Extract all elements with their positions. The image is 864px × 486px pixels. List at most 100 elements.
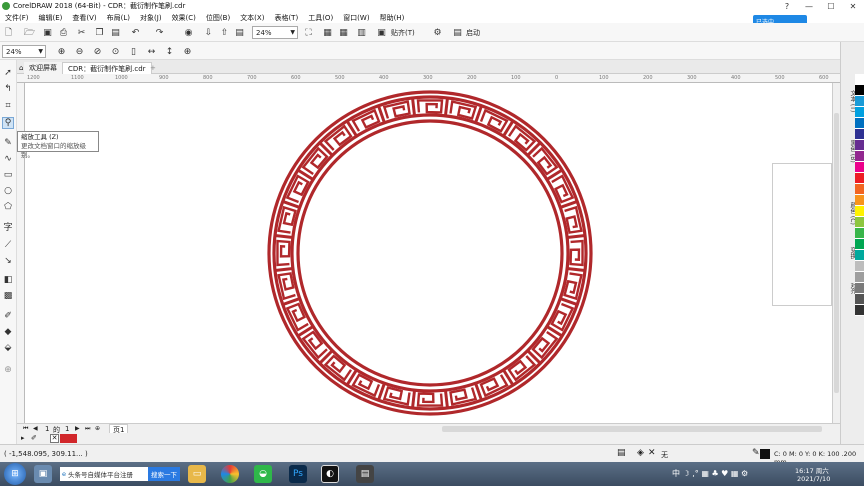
browser-search-input[interactable]: e 头条号自媒体平台注册 bbox=[60, 467, 148, 481]
photoshop-icon[interactable]: Ps bbox=[289, 465, 307, 483]
zoom-tool-icon[interactable]: ⚲ bbox=[2, 117, 14, 129]
palette-swatch[interactable] bbox=[855, 118, 864, 129]
add-tool-icon[interactable]: ⊕ bbox=[2, 364, 14, 376]
rectangle-tool-icon[interactable]: ▭ bbox=[2, 169, 14, 181]
document-info-icon[interactable]: ▤ bbox=[617, 448, 626, 458]
add-page-icon[interactable]: ⊕ bbox=[95, 425, 100, 432]
outline-color-swatch[interactable] bbox=[760, 449, 770, 459]
palette-swatch[interactable] bbox=[855, 305, 864, 316]
palette-swatch[interactable] bbox=[855, 195, 864, 206]
freehand-tool-icon[interactable]: ✎ bbox=[2, 137, 14, 149]
menu-edit[interactable]: 编辑(E) bbox=[34, 13, 68, 23]
paste-icon[interactable]: ▤ bbox=[110, 27, 121, 38]
fret-ring-artwork[interactable] bbox=[25, 83, 840, 423]
tab-document[interactable]: CDR：截衍制作笔刷.cdr bbox=[62, 62, 152, 74]
palette-swatch[interactable] bbox=[855, 173, 864, 184]
connector-tool-icon[interactable]: ↘ bbox=[2, 255, 14, 267]
palette-swatch[interactable] bbox=[855, 294, 864, 305]
text-tool-icon[interactable]: 字 bbox=[2, 220, 14, 233]
menu-file[interactable]: 文件(F) bbox=[0, 13, 34, 23]
crop-tool-icon[interactable]: ⌗ bbox=[2, 100, 14, 112]
zoom-page-icon[interactable]: ▯ bbox=[128, 46, 139, 57]
palette-swatch[interactable] bbox=[855, 283, 864, 294]
palette-swatch[interactable] bbox=[855, 151, 864, 162]
no-fill-icon[interactable]: ✕ bbox=[648, 448, 656, 458]
export-icon[interactable]: ⇧ bbox=[219, 27, 230, 38]
no-color-swatch[interactable]: ✕ bbox=[50, 434, 59, 443]
maximize-button[interactable]: ☐ bbox=[820, 0, 842, 12]
interactive-fill-icon[interactable]: ◆ bbox=[2, 326, 14, 338]
menu-help[interactable]: 帮助(H) bbox=[375, 13, 410, 23]
file-explorer-icon[interactable]: ▣ bbox=[34, 465, 52, 483]
coreldraw-taskbar-icon[interactable]: ◐ bbox=[321, 465, 339, 483]
app-launcher-icon[interactable]: ▤ bbox=[452, 27, 463, 38]
menu-text[interactable]: 文本(X) bbox=[235, 13, 269, 23]
app-launcher-label[interactable]: 启动 bbox=[466, 28, 480, 38]
palette-swatch[interactable] bbox=[855, 85, 864, 96]
parallel-dimension-icon[interactable]: ⟋ bbox=[2, 239, 14, 251]
horizontal-scroll-thumb[interactable] bbox=[442, 426, 822, 432]
palette-swatch[interactable] bbox=[855, 140, 864, 151]
redo-icon[interactable]: ↷ bbox=[154, 27, 165, 38]
menu-layout[interactable]: 布局(L) bbox=[102, 13, 135, 23]
palette-swatch[interactable] bbox=[855, 162, 864, 173]
show-rulers-icon[interactable]: ▦ bbox=[322, 27, 333, 38]
full-screen-icon[interactable]: ⛶ bbox=[303, 27, 314, 38]
palette-swatch[interactable] bbox=[855, 96, 864, 107]
palette-swatch[interactable] bbox=[855, 184, 864, 195]
palette-menu-icon[interactable]: ▸ bbox=[21, 434, 25, 442]
drop-shadow-icon[interactable]: ◧ bbox=[2, 274, 14, 286]
zoom-selected-icon[interactable]: ⊘ bbox=[92, 46, 103, 57]
snap-icon[interactable]: ▣ bbox=[376, 27, 387, 38]
palette-swatch[interactable] bbox=[855, 217, 864, 228]
menu-tools[interactable]: 工具(O) bbox=[303, 13, 338, 23]
vertical-scrollbar[interactable] bbox=[832, 83, 840, 423]
eyedropper-icon[interactable]: ✐ bbox=[2, 310, 14, 322]
palette-swatch[interactable] bbox=[855, 206, 864, 217]
help-icon[interactable]: ? bbox=[776, 0, 798, 12]
zoom-out-icon[interactable]: ⊖ bbox=[74, 46, 85, 57]
palette-swatch[interactable] bbox=[855, 272, 864, 283]
horizontal-ruler[interactable]: 1200 1100 1000 900 800 700 600 500 400 3… bbox=[17, 74, 840, 83]
search-button[interactable]: 搜索一下 bbox=[148, 467, 180, 481]
zoom-in-icon[interactable]: ⊕ bbox=[56, 46, 67, 57]
close-button[interactable]: ✕ bbox=[842, 0, 864, 12]
menu-bitmaps[interactable]: 位图(B) bbox=[201, 13, 235, 23]
outline-pen-icon[interactable]: ✎ bbox=[752, 448, 760, 458]
menu-view[interactable]: 查看(V) bbox=[67, 13, 101, 23]
artistic-media-icon[interactable]: ∿ bbox=[2, 153, 14, 165]
tab-welcome-screen[interactable]: 欢迎屏幕 bbox=[24, 62, 62, 74]
snap-to-dropdown[interactable]: 贴齐(T) bbox=[391, 28, 415, 38]
palette-swatch[interactable] bbox=[855, 74, 864, 85]
app-taskbar-icon[interactable]: ▤ bbox=[356, 465, 374, 483]
zoom-all-objects-icon[interactable]: ⊙ bbox=[110, 46, 121, 57]
save-icon[interactable]: ▣ bbox=[42, 27, 53, 38]
quick-customize-icon[interactable]: ⊕ bbox=[182, 46, 193, 57]
open-icon[interactable]: 🗁 bbox=[24, 27, 35, 38]
show-grid-icon[interactable]: ▦ bbox=[338, 27, 349, 38]
wechat-icon[interactable]: ◒ bbox=[254, 465, 272, 483]
zoom-page-height-icon[interactable]: ↕ bbox=[164, 46, 175, 57]
tray-icons[interactable]: 中 ☽ ,° ▦ ♣ ♥ ▦ ⚙ bbox=[672, 468, 748, 479]
browser-icon[interactable] bbox=[221, 465, 239, 483]
print-icon[interactable]: ⎙ bbox=[58, 27, 69, 38]
start-button[interactable]: ⊞ bbox=[4, 463, 26, 485]
new-document-icon[interactable]: 🗋 bbox=[3, 27, 14, 38]
menu-object[interactable]: 对象(J) bbox=[135, 13, 167, 23]
polygon-tool-icon[interactable]: ⬠ bbox=[2, 201, 14, 213]
palette-swatch[interactable] bbox=[855, 228, 864, 239]
cut-icon[interactable]: ✂ bbox=[76, 27, 87, 38]
document-color-swatch[interactable] bbox=[60, 434, 77, 443]
zoom-page-width-icon[interactable]: ↔ bbox=[146, 46, 157, 57]
transparency-icon[interactable]: ▩ bbox=[2, 290, 14, 302]
copy-icon[interactable]: ❐ bbox=[94, 27, 105, 38]
palette-swatch[interactable] bbox=[855, 250, 864, 261]
menu-window[interactable]: 窗口(W) bbox=[338, 13, 374, 23]
palette-swatch[interactable] bbox=[855, 261, 864, 272]
minimize-button[interactable]: — bbox=[798, 0, 820, 12]
publish-pdf-icon[interactable]: ▤ bbox=[234, 27, 245, 38]
fill-icon[interactable]: ◈ bbox=[637, 448, 644, 458]
add-tab-button[interactable]: + bbox=[145, 62, 161, 74]
next-page-icon[interactable]: ▶ bbox=[75, 425, 80, 432]
options-gear-icon[interactable]: ⚙ bbox=[432, 27, 443, 38]
